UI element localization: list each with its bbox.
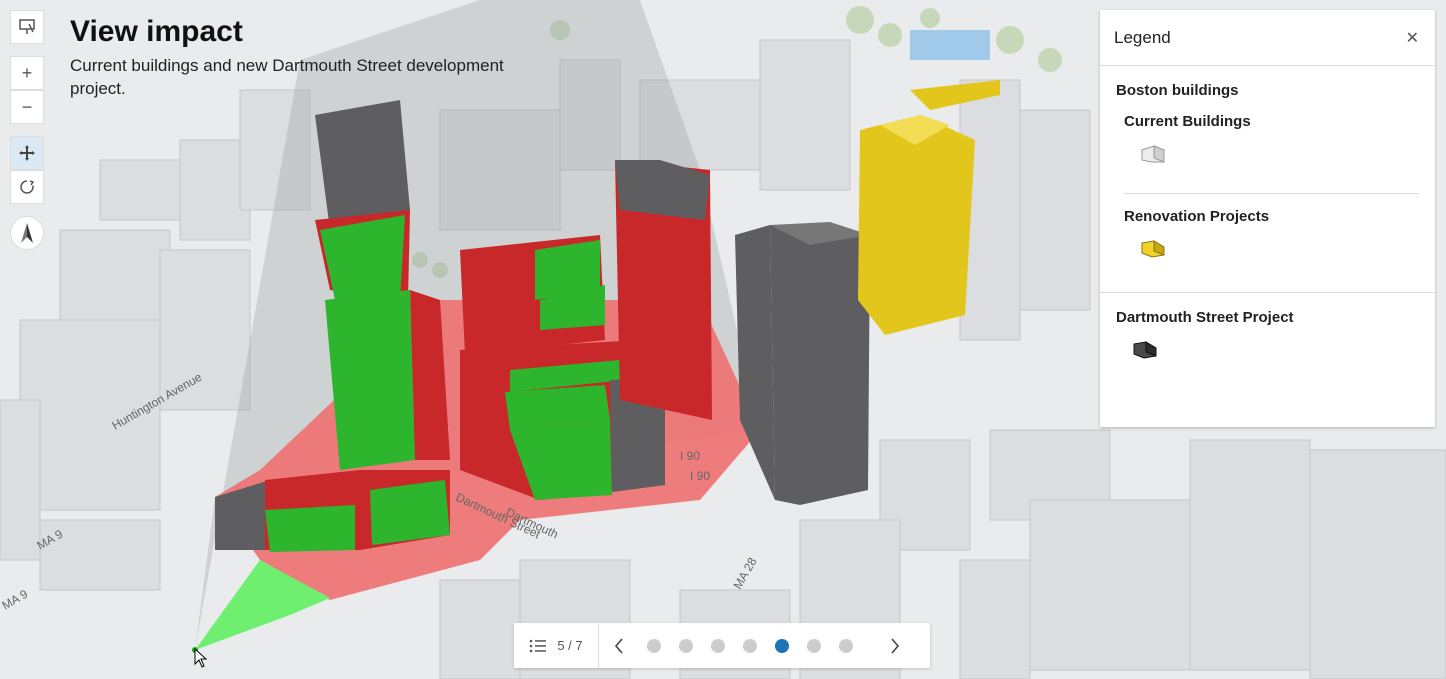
legend-title: Legend xyxy=(1114,27,1171,47)
legend-group-label: Renovation Projects xyxy=(1124,208,1270,225)
legend-header: Legend ✕ xyxy=(1100,10,1435,66)
slide-counter: 5 / 7 xyxy=(557,638,583,653)
pond xyxy=(910,30,990,60)
list-icon xyxy=(530,639,547,652)
title-block: View impact Current buildings and new Da… xyxy=(70,14,550,100)
slides-button[interactable] xyxy=(10,10,44,44)
slide-dot[interactable] xyxy=(839,638,853,653)
rotate-icon xyxy=(20,180,35,194)
previous-slide-button[interactable] xyxy=(599,637,639,654)
legend-layer-title: Dartmouth Street Project xyxy=(1116,309,1294,326)
project-tower-2 xyxy=(615,160,712,420)
page-title: View impact xyxy=(70,15,243,48)
zoom-in-icon: + xyxy=(21,62,33,83)
legend-panel: Legend ✕ Boston buildings Current Buildi… xyxy=(1100,10,1435,427)
street-label: I 90 xyxy=(680,449,700,463)
pan-button[interactable] xyxy=(10,136,44,170)
slides-navigator: 5 / 7 xyxy=(514,623,930,668)
slide-dot[interactable] xyxy=(743,638,757,653)
slides-icon xyxy=(19,19,35,34)
chevron-left-icon xyxy=(614,637,623,654)
compass-icon xyxy=(21,223,33,243)
map-toolbar: + − xyxy=(10,10,46,250)
street-label: I 90 xyxy=(690,469,710,483)
zoom-out-icon: − xyxy=(21,96,33,117)
slide-dots xyxy=(647,638,853,653)
slide-dot[interactable] xyxy=(679,638,693,653)
legend-group-label: Current Buildings xyxy=(1124,113,1251,130)
pan-icon xyxy=(19,145,35,161)
project-swatch-icon xyxy=(1133,341,1157,359)
slide-list-button[interactable]: 5 / 7 xyxy=(514,623,599,668)
slide-dot[interactable] xyxy=(711,638,725,653)
close-icon[interactable]: ✕ xyxy=(1406,28,1419,48)
chevron-right-icon xyxy=(891,637,900,654)
legend-layer-title: Boston buildings xyxy=(1116,82,1239,99)
rotate-button[interactable] xyxy=(10,170,44,204)
mouse-pointer-icon xyxy=(194,648,208,668)
renovation-swatch-icon xyxy=(1141,240,1165,258)
slide-dot[interactable] xyxy=(775,638,789,653)
next-slide-button[interactable] xyxy=(875,637,915,654)
zoom-out-button[interactable]: − xyxy=(10,90,44,124)
compass-button[interactable] xyxy=(10,216,44,250)
zoom-in-button[interactable]: + xyxy=(10,56,44,90)
slide-dot[interactable] xyxy=(647,638,661,653)
page-subtitle: Current buildings and new Dartmouth Stre… xyxy=(70,56,504,98)
slide-dot[interactable] xyxy=(807,638,821,653)
current-building-swatch-icon xyxy=(1141,145,1165,163)
